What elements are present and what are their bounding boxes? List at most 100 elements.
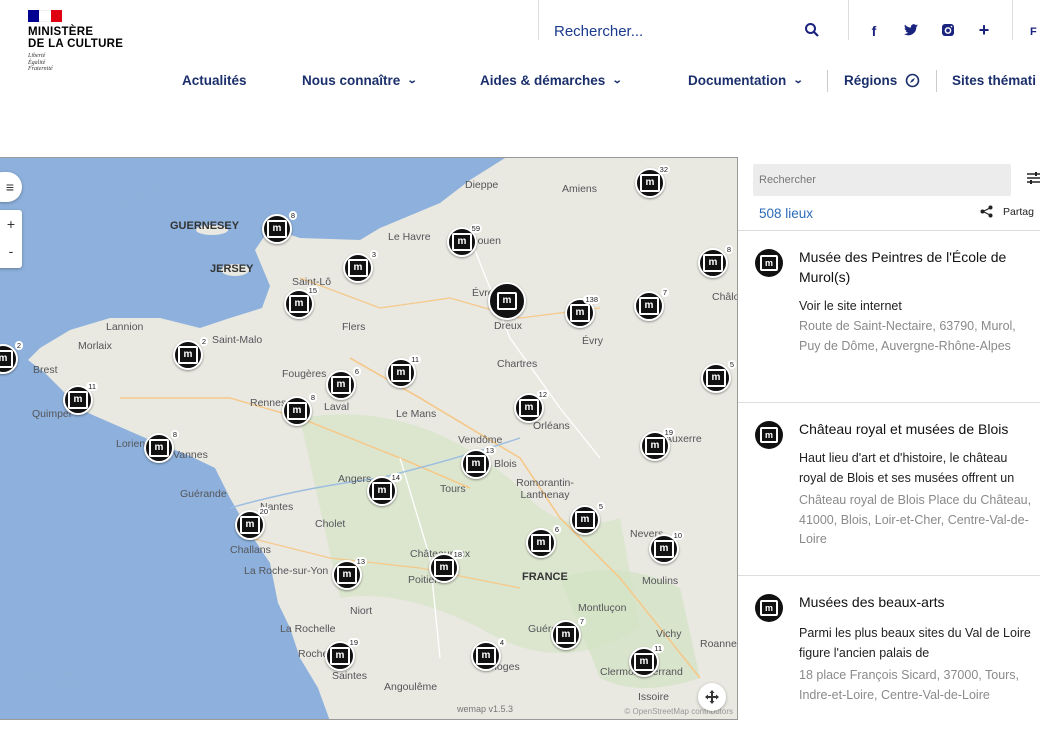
compass-icon [905,73,920,88]
map-label-vannes: Vannes [173,449,208,461]
search-icon[interactable] [804,22,820,38]
result-address: Route de Saint-Nectaire, 63790, Murol, P… [799,319,1016,353]
cluster-marker[interactable]: m 32 [635,165,670,198]
header-divider [1012,0,1013,40]
museum-icon: m [634,653,654,671]
plus-icon[interactable]: + [976,20,992,40]
map-label-romorantin-lanthenay: Romorantin-Lanthenay [516,477,574,501]
nav-regions[interactable]: Régions [844,73,920,88]
map-label-montlu-on: Montluçon [578,602,627,614]
museum-icon: m [476,647,496,665]
nav-documentation[interactable]: Documentation ⌄ [688,73,804,88]
result-title[interactable]: Musées des beaux-arts [799,592,1034,612]
cluster-marker[interactable]: m8 [144,430,179,463]
nav-sites-thematiques[interactable]: Sites thémati [952,73,1036,88]
nav-label: Documentation [688,73,787,88]
filter-icon[interactable] [1026,170,1040,186]
cluster-marker[interactable]: m3 [343,250,378,283]
museum-icon: m [640,174,660,192]
museum-icon: m [391,364,411,382]
result-description: Parmi les plus beaux sites du Val de Loi… [799,626,1031,660]
museum-icon: m [452,233,472,251]
map-label-issoire: Issoire [638,691,669,703]
cluster-marker[interactable]: m 13 [461,446,496,479]
museum-icon: m [287,402,307,420]
cluster-marker[interactable]: m6 [526,525,561,558]
map-label-niort: Niort [350,605,373,617]
cluster-marker[interactable]: m8 [262,211,297,244]
instagram-icon[interactable] [940,23,956,39]
recenter-button[interactable] [698,683,726,711]
cluster-count: 11 [652,644,664,653]
map-label-foug-res: Fougères [282,368,327,380]
museum-icon: m [0,350,13,368]
nav-actualites[interactable]: Actualités [182,73,247,88]
ministry-logo[interactable]: MINISTÈRE DE LA CULTURE Liberté Égalité … [28,10,148,82]
map-label-rennes: Rennes [250,397,287,409]
result-title[interactable]: Musée des Peintres de l'École de Murol(s… [799,247,1034,287]
cluster-count: 5 [596,502,605,511]
map-label-chartres: Chartres [497,358,538,370]
cluster-count: 14 [389,473,402,482]
cluster-marker[interactable]: m 18 [429,550,464,583]
museum-icon: m [497,292,517,310]
result-card[interactable]: m Château royal et musées de Blois Haut … [738,403,1040,576]
cluster-marker[interactable]: m [488,282,526,320]
result-card[interactable]: m Musée des Peintres de l'École de Murol… [738,231,1040,403]
cluster-marker[interactable]: m 59 [447,224,482,257]
language-selector[interactable]: F [1030,26,1037,38]
map-label-vend-me: Vendôme [458,434,503,446]
share-button[interactable]: Partag [980,205,1034,218]
twitter-icon[interactable] [903,23,919,39]
result-description[interactable]: Voir le site internet [799,297,1034,317]
cluster-marker[interactable]: m 11 [386,355,421,388]
facebook-icon[interactable]: f [866,23,882,39]
map-label--vry: Évry [582,335,603,347]
cluster-marker[interactable]: m 11 [629,644,664,677]
cluster-count: 8 [288,211,297,220]
cluster-marker[interactable]: m 14 [367,473,402,506]
cluster-marker[interactable]: m5 [570,502,605,535]
cluster-marker[interactable]: m 15 [284,286,319,319]
museum-icon: m [706,369,726,387]
zoom-out-button[interactable]: - [9,239,14,268]
logo-title: MINISTÈRE DE LA CULTURE [28,26,148,50]
museum-icon: m [519,399,539,417]
map-label-morlaix: Morlaix [78,340,112,352]
museum-icon: m [348,259,368,277]
museum-icon: m [645,437,665,455]
map-label-laval: Laval [324,401,350,413]
nav-aides-demarches[interactable]: Aides & démarches ⌄ [480,73,623,88]
cluster-marker[interactable]: m7 [634,288,669,321]
cluster-marker[interactable]: m 19 [640,428,675,461]
result-title[interactable]: Château royal et musées de Blois [799,419,1034,439]
cluster-marker[interactable]: m4 [471,638,506,671]
cluster-marker[interactable]: m 19 [325,638,360,671]
map-view[interactable]: ≡ + - La Manche GUERNESEY JERSEY Dieppe Amie… [0,157,738,720]
logo-motto: Liberté Égalité Fraternité [28,53,148,73]
cluster-marker[interactable]: m 13 [332,557,367,590]
cluster-marker[interactable]: m 11 [63,382,98,415]
museum-icon: m [755,594,783,622]
zoom-in-button[interactable]: + [7,210,15,239]
cluster-marker[interactable]: m 12 [514,390,549,423]
cluster-count: 8 [724,245,733,254]
cluster-marker[interactable]: m5 [701,360,736,393]
cluster-marker[interactable]: m8 [282,393,317,426]
cluster-marker[interactable]: m 10 [649,531,684,564]
museum-icon: m [267,220,287,238]
cluster-marker[interactable]: m7 [551,617,586,650]
cluster-marker[interactable]: m 20 [235,507,270,540]
site-search-input[interactable]: Rechercher... [554,23,804,40]
cluster-marker[interactable]: m6 [326,367,361,400]
nav-nous-connaitre[interactable]: Nous connaître ⌄ [302,73,418,88]
cluster-count: 19 [662,428,675,437]
cluster-count: 6 [552,525,561,534]
places-search-input[interactable]: Rechercher [753,164,1011,196]
cluster-marker[interactable]: m8 [698,245,733,278]
cluster-marker[interactable]: m2 [173,337,208,370]
result-card[interactable]: m Musées des beaux-arts Parmi les plus b… [738,576,1040,740]
cluster-count: 13 [483,446,496,455]
museum-icon: m [654,540,674,558]
cluster-marker[interactable]: m 138 [565,295,600,328]
